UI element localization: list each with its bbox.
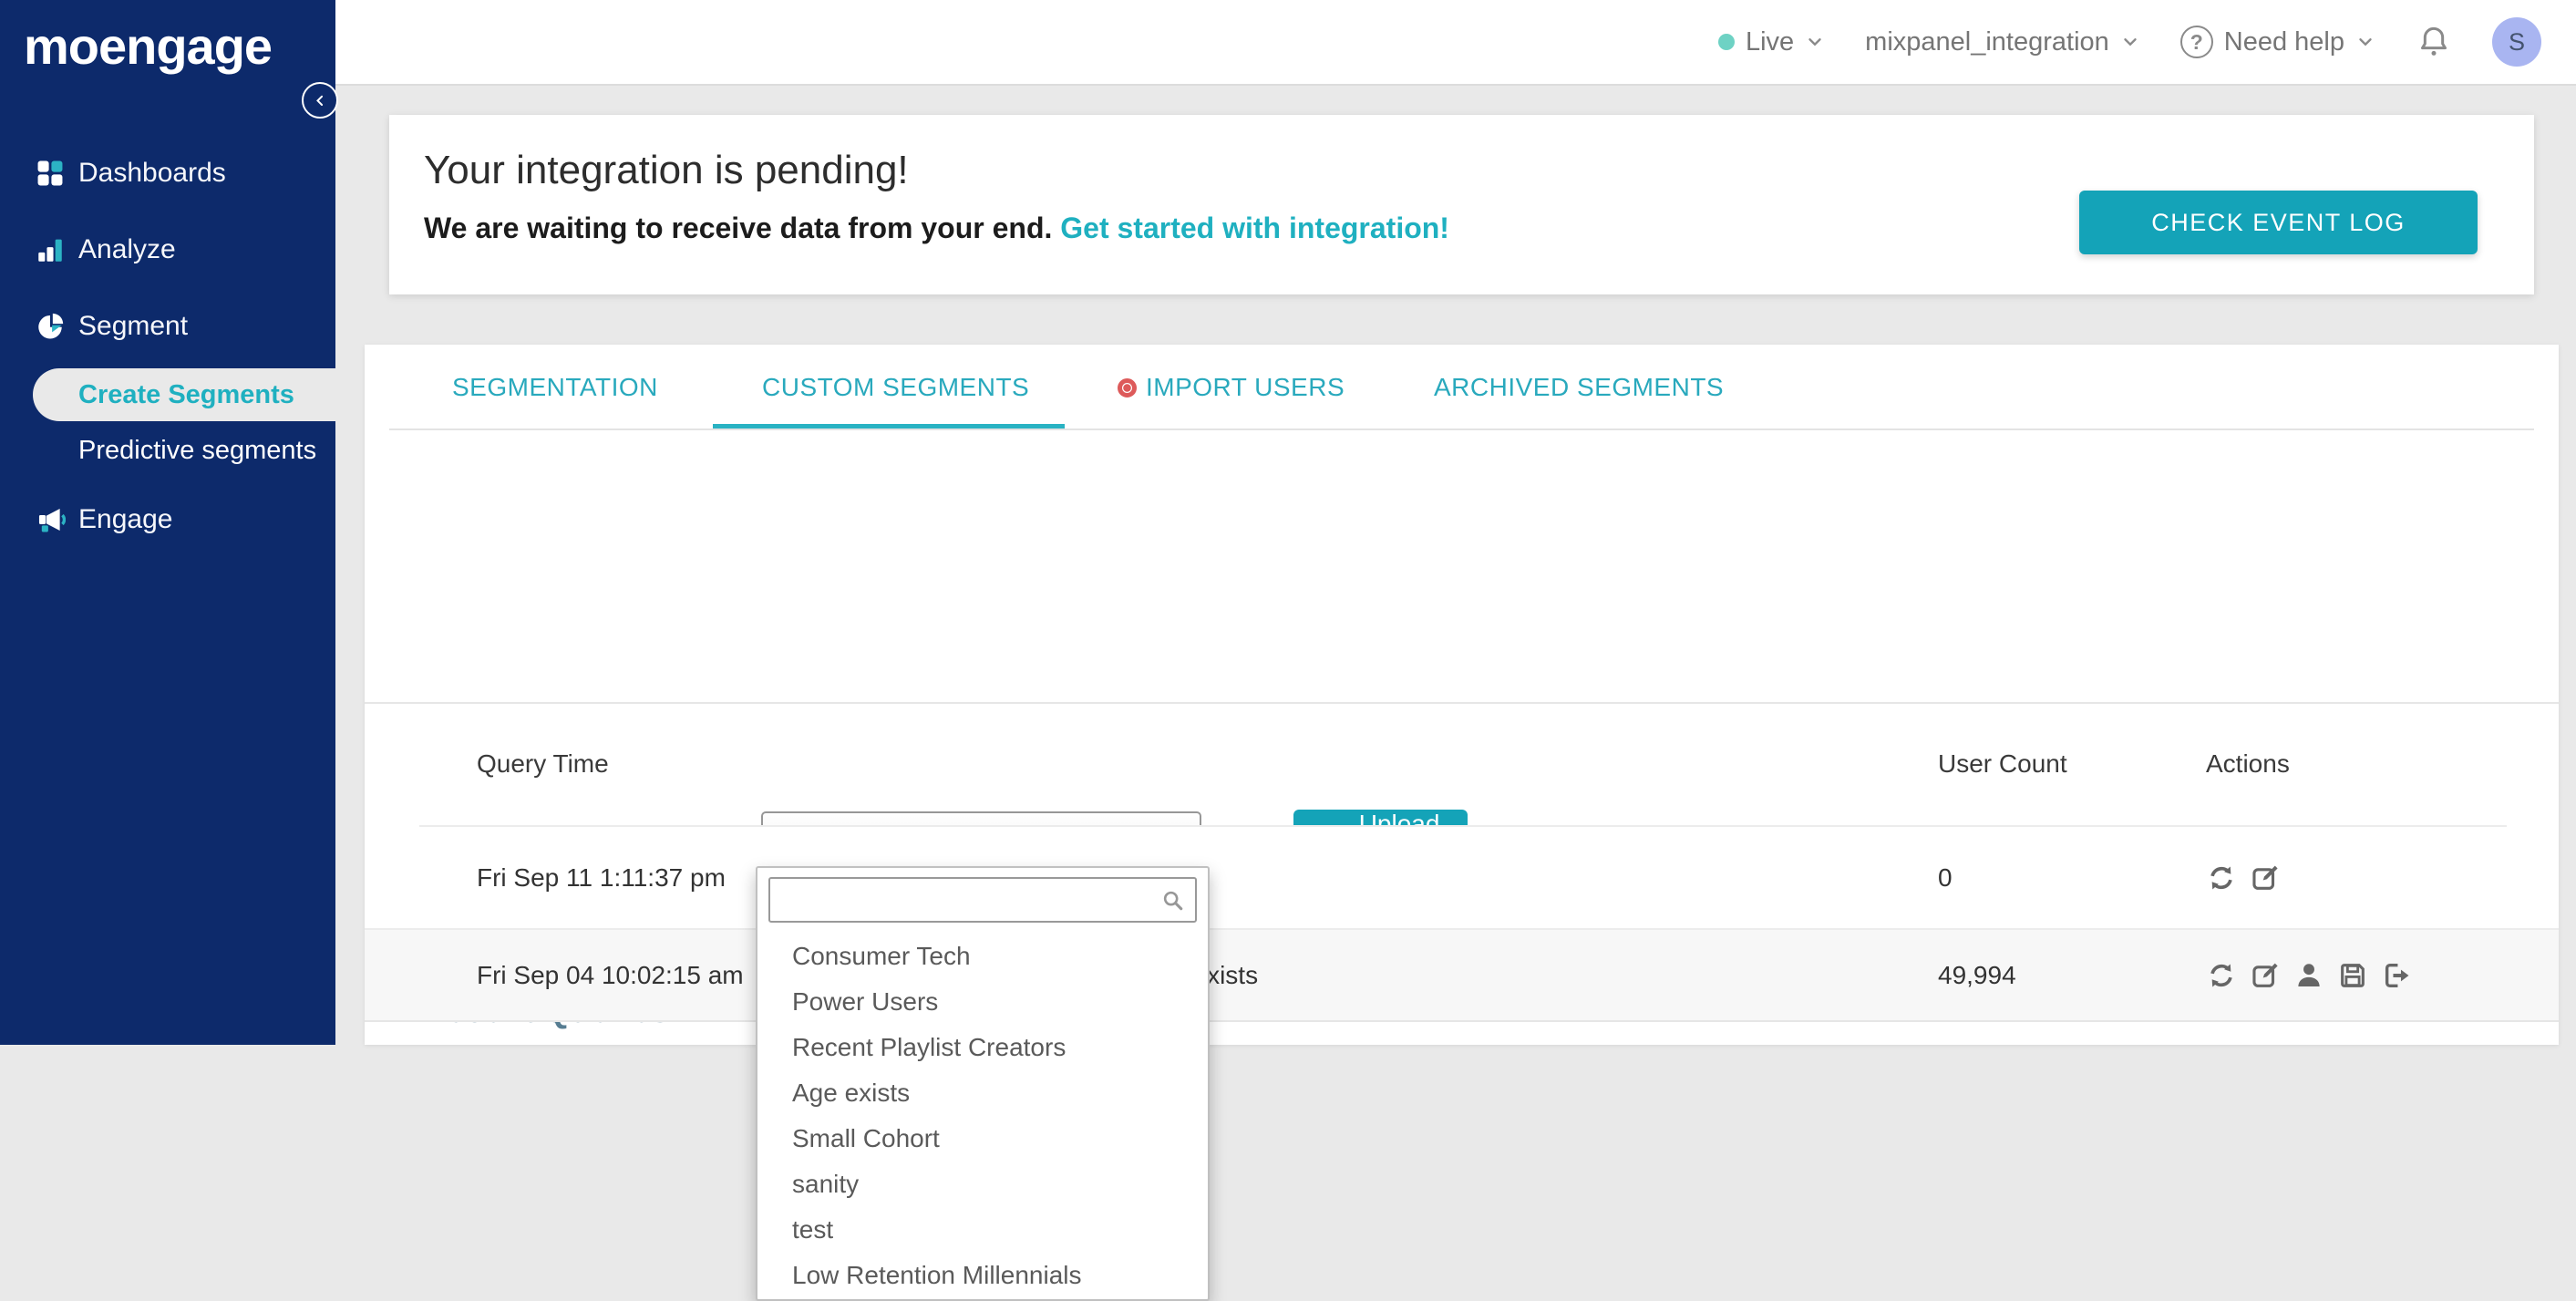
- table-row: Fri Sep 04 10:02:15 am Users in custom s…: [365, 928, 2559, 1022]
- check-event-log-button[interactable]: CHECK EVENT LOG: [2079, 191, 2478, 254]
- bar-chart-icon: [38, 239, 62, 262]
- top-bar: Live mixpanel_integration ? Need help S: [335, 0, 2576, 86]
- segment-option[interactable]: Power Users: [757, 979, 1208, 1025]
- table-header: Query Time User Count Actions: [365, 702, 2559, 825]
- megaphone-icon: [38, 508, 66, 532]
- segment-option[interactable]: Low Retention Millennials: [757, 1253, 1208, 1298]
- record-dot-icon: [1118, 377, 1137, 398]
- table-row: Fri Sep 11 1:11:37 pm 0: [365, 827, 2559, 928]
- refresh-icon[interactable]: [2206, 960, 2237, 991]
- segment-option[interactable]: test: [757, 1207, 1208, 1253]
- chevron-down-icon: [2124, 38, 2137, 46]
- collapse-sidebar-button[interactable]: [302, 82, 338, 119]
- sidebar-item-segment[interactable]: Segment: [0, 299, 335, 354]
- integration-pending-banner: Your integration is pending! We are wait…: [389, 115, 2534, 294]
- workspace-name: mixpanel_integration: [1865, 26, 2109, 57]
- tab-archived-segments[interactable]: ARCHIVED SEGMENTS: [1434, 345, 1724, 430]
- segment-option[interactable]: Recent Playlist Creators: [757, 1025, 1208, 1070]
- banner-message: We are waiting to receive data from your…: [424, 212, 1449, 244]
- column-user-count: User Count: [1938, 749, 2067, 778]
- help-menu[interactable]: ? Need help: [2179, 26, 2375, 58]
- query-time: Fri Sep 04 10:02:15 am: [477, 960, 744, 989]
- edit-icon[interactable]: [2250, 960, 2281, 991]
- column-actions: Actions: [2206, 749, 2290, 778]
- row-actions: [2206, 827, 2281, 928]
- segment-option[interactable]: Age exists: [757, 1070, 1208, 1116]
- save-icon[interactable]: [2337, 960, 2368, 991]
- question-circle-icon: ?: [2179, 26, 2213, 58]
- banner-title: Your integration is pending!: [424, 148, 909, 192]
- segments-panel: SEGMENTATION CUSTOM SEGMENTS IMPORT USER…: [365, 345, 2559, 1301]
- chevron-down-icon: [1808, 38, 1821, 46]
- sidebar-item-label: Segment: [78, 311, 189, 341]
- user-count: 49,994: [1938, 960, 2016, 989]
- sidebar-item-dashboards[interactable]: Dashboards: [0, 146, 335, 201]
- chevron-down-icon: [2359, 38, 2372, 46]
- row-actions: [2206, 930, 2412, 1020]
- pie-chart-icon: [38, 313, 64, 339]
- segment-option[interactable]: sanity: [757, 1162, 1208, 1207]
- app-root: moengage Dashboards Analyze Segment Crea…: [0, 0, 2576, 1301]
- column-query-time: Query Time: [477, 749, 609, 778]
- custom-segments-dropdown: Consumer Tech Power Users Recent Playlis…: [756, 866, 1210, 1301]
- user-count: 0: [1938, 862, 1953, 892]
- segment-search-input[interactable]: [768, 877, 1197, 923]
- refresh-icon[interactable]: [2206, 862, 2237, 893]
- segment-option[interactable]: Consumer Tech: [757, 934, 1208, 979]
- bell-icon[interactable]: [2416, 24, 2452, 60]
- sidebar-item-label: Analyze: [78, 234, 176, 264]
- workspace-menu[interactable]: mixpanel_integration: [1865, 27, 2140, 57]
- tabs-divider: [389, 429, 2534, 430]
- user-icon[interactable]: [2293, 960, 2324, 991]
- sidebar-item-create-segments[interactable]: Create Segments: [33, 368, 335, 421]
- environment-menu[interactable]: Live: [1717, 26, 1825, 57]
- segment-option[interactable]: Small Cohort: [757, 1116, 1208, 1162]
- environment-label: Live: [1745, 26, 1795, 57]
- export-icon[interactable]: [2381, 960, 2412, 991]
- sidebar-item-label: Dashboards: [78, 158, 226, 188]
- moengage-logo: moengage: [24, 17, 273, 75]
- tab-import-users[interactable]: IMPORT USERS: [1118, 345, 1345, 430]
- chevron-left-icon: [316, 95, 324, 106]
- edit-icon[interactable]: [2250, 862, 2281, 893]
- tab-custom-segments[interactable]: CUSTOM SEGMENTS: [762, 345, 1029, 430]
- query-time: Fri Sep 11 1:11:37 pm: [477, 862, 726, 892]
- sidebar-item-label: Engage: [78, 504, 173, 534]
- avatar[interactable]: S: [2492, 17, 2541, 67]
- segment-options-list: Consumer Tech Power Users Recent Playlis…: [757, 934, 1208, 1298]
- tabs-row: SEGMENTATION CUSTOM SEGMENTS IMPORT USER…: [365, 345, 2559, 430]
- get-started-link[interactable]: Get started with integration!: [1060, 212, 1449, 244]
- grid-icon: [37, 160, 63, 186]
- sidebar-item-analyze[interactable]: Analyze: [0, 222, 335, 277]
- sidebar-item-label: Predictive segments: [78, 435, 317, 465]
- search-icon: [1163, 891, 1183, 911]
- sidebar-item-predictive-segments[interactable]: Predictive segments: [0, 423, 335, 478]
- live-status-dot: [1717, 34, 1735, 50]
- avatar-initial: S: [2508, 27, 2525, 56]
- help-label: Need help: [2223, 26, 2344, 57]
- tab-segmentation[interactable]: SEGMENTATION: [452, 345, 658, 430]
- sidebar-item-label: Create Segments: [78, 379, 294, 409]
- sidebar: moengage Dashboards Analyze Segment Crea…: [0, 0, 335, 1045]
- sidebar-item-engage[interactable]: Engage: [0, 492, 335, 547]
